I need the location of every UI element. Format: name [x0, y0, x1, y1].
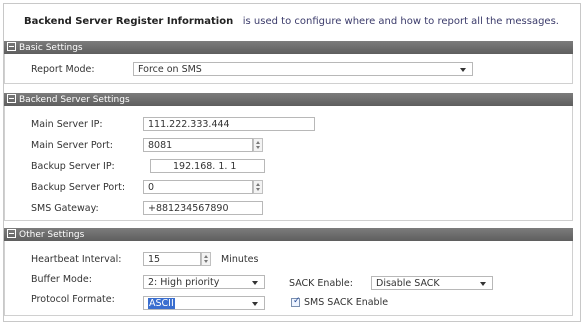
main-server-port-value: 8081: [148, 140, 173, 151]
sms-sack-enable-label[interactable]: SMS SACK Enable: [304, 297, 388, 308]
report-mode-select[interactable]: Force on SMS: [133, 62, 473, 76]
spin-up-icon[interactable]: [204, 255, 208, 258]
heartbeat-interval-value: 15: [148, 254, 161, 265]
backup-server-port-spinner[interactable]: [253, 180, 263, 194]
sms-gateway-input[interactable]: +881234567890: [143, 201, 263, 215]
report-mode-label: Report Mode:: [31, 64, 95, 75]
backup-server-port-input[interactable]: 0: [143, 180, 253, 194]
sms-gateway-value: +881234567890: [148, 203, 229, 214]
chevron-down-icon: [252, 302, 258, 306]
section-title: Backend Server Settings: [19, 95, 130, 105]
section-basic-settings: Report Mode: Force on SMS: [4, 54, 573, 84]
main-server-ip-label: Main Server IP:: [31, 119, 103, 130]
report-mode-value: Force on SMS: [138, 64, 202, 75]
section-title: Basic Settings: [19, 43, 83, 53]
collapse-icon[interactable]: [7, 42, 16, 51]
buffer-mode-label: Buffer Mode:: [31, 274, 92, 285]
backup-server-port-label: Backup Server Port:: [31, 182, 126, 193]
spin-down-icon[interactable]: [256, 188, 260, 191]
collapse-icon[interactable]: [7, 94, 16, 103]
heartbeat-unit-label: Minutes: [221, 254, 259, 265]
section-other-settings: Heartbeat Interval: 15 Minutes Buffer Mo…: [4, 241, 573, 316]
main-server-port-label: Main Server Port:: [31, 140, 113, 151]
main-server-ip-value: 111.222.333.444: [148, 119, 230, 130]
heartbeat-interval-label: Heartbeat Interval:: [31, 254, 122, 265]
collapse-icon[interactable]: [7, 229, 16, 238]
section-backend-server-settings: Main Server IP: 111.222.333.444 Main Ser…: [4, 106, 573, 221]
section-header-basic-settings[interactable]: Basic Settings: [4, 41, 573, 54]
backup-server-ip-label: Backup Server IP:: [31, 161, 115, 172]
protocol-formate-value: ASCII: [148, 298, 175, 309]
checkmark-icon: ✓: [293, 296, 301, 306]
section-header-other-settings[interactable]: Other Settings: [4, 228, 573, 241]
chevron-down-icon: [460, 68, 466, 72]
page-description: is used to configure where and how to re…: [242, 16, 559, 27]
spin-up-icon[interactable]: [256, 141, 260, 144]
spin-down-icon[interactable]: [204, 260, 208, 263]
spin-down-icon[interactable]: [256, 146, 260, 149]
sack-enable-value: Disable SACK: [376, 278, 440, 289]
spin-up-icon[interactable]: [256, 183, 260, 186]
backup-server-ip-input[interactable]: 192.168. 1. 1: [150, 159, 265, 173]
section-header-backend-server-settings[interactable]: Backend Server Settings: [4, 93, 573, 106]
chevron-down-icon: [252, 281, 258, 285]
heartbeat-interval-input[interactable]: 15: [143, 252, 201, 266]
buffer-mode-select[interactable]: 2: High priority: [143, 275, 265, 289]
sack-enable-label: SACK Enable:: [289, 278, 353, 289]
page-header: Backend Server Register Information is u…: [24, 16, 559, 27]
heartbeat-interval-spinner[interactable]: [201, 252, 211, 266]
buffer-mode-value: 2: High priority: [148, 277, 220, 288]
sms-sack-enable-checkbox[interactable]: ✓: [291, 296, 301, 307]
protocol-formate-select[interactable]: ASCII: [143, 296, 265, 310]
main-server-port-spinner[interactable]: [253, 138, 263, 152]
chevron-down-icon: [480, 282, 486, 286]
sms-gateway-label: SMS Gateway:: [31, 203, 99, 214]
backup-server-port-value: 0: [148, 182, 155, 193]
section-title: Other Settings: [19, 230, 85, 240]
main-server-ip-input[interactable]: 111.222.333.444: [143, 117, 315, 131]
backup-server-ip-value: 192.168. 1. 1: [173, 161, 237, 172]
main-server-port-input[interactable]: 8081: [143, 138, 253, 152]
sack-enable-select[interactable]: Disable SACK: [371, 276, 493, 290]
page-title: Backend Server Register Information: [24, 16, 234, 27]
protocol-formate-label: Protocol Formate:: [31, 294, 115, 305]
